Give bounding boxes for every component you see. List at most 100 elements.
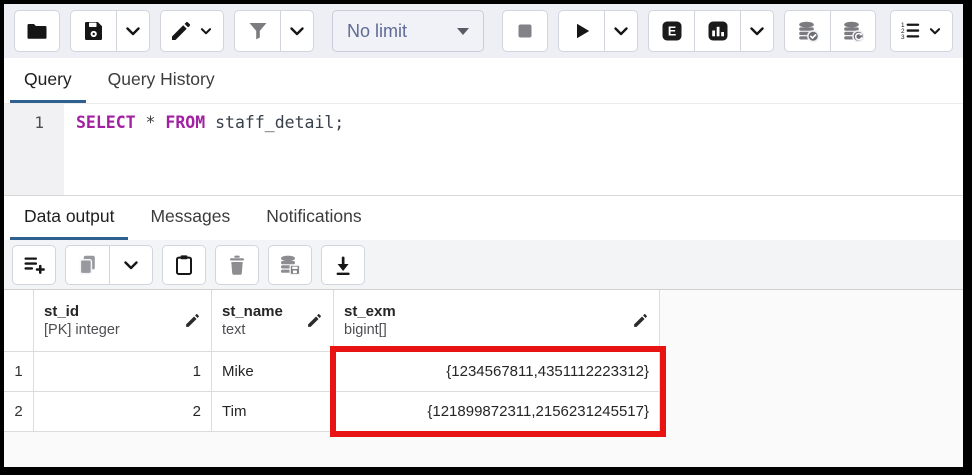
paste-icon <box>172 253 196 277</box>
stop-icon <box>513 19 537 43</box>
cell-st-id[interactable]: 1 <box>34 352 212 392</box>
bar-chart-icon <box>706 19 730 43</box>
cell-st-name[interactable]: Tim <box>212 392 334 432</box>
tab-query-label: Query <box>24 69 72 90</box>
filter-icon <box>246 19 270 43</box>
chevron-down-icon <box>197 22 215 40</box>
chevron-down-icon <box>121 19 145 43</box>
chevron-down-icon <box>609 19 633 43</box>
save-menu-button[interactable] <box>116 10 150 52</box>
save-button-group <box>70 10 150 52</box>
grid-header-row: st_id [PK] integer st_name text <box>4 290 963 352</box>
cell-st-name[interactable]: Mike <box>212 352 334 392</box>
row-limit-select[interactable]: No limit <box>332 10 484 52</box>
cell-st-exm[interactable]: {1234567811,4351112223312} <box>334 352 660 392</box>
pencil-icon <box>169 19 193 43</box>
paste-button[interactable] <box>162 245 206 285</box>
edit-dropdown-button[interactable] <box>160 10 224 52</box>
tab-data-output-label: Data output <box>24 206 114 227</box>
copy-button[interactable] <box>65 245 109 285</box>
editor-tab-bar: Query Query History <box>4 58 963 104</box>
column-name: st_id <box>44 302 120 321</box>
rollback-db-icon <box>841 19 865 43</box>
row-number-cell[interactable]: 2 <box>4 392 34 432</box>
sql-editor[interactable]: 1 SELECT * FROM staff_detail; <box>4 104 963 196</box>
numbered-list-icon: 1 2 3 <box>899 19 923 43</box>
editor-gutter: 1 <box>4 104 64 195</box>
row-number-cell[interactable]: 1 <box>4 352 34 392</box>
edit-column-icon[interactable] <box>632 312 649 329</box>
sql-code-line[interactable]: SELECT * FROM staff_detail; <box>64 104 963 195</box>
explain-menu-button[interactable] <box>740 10 774 52</box>
cancel-query-button[interactable] <box>502 10 548 52</box>
sql-keyword-from: FROM <box>165 113 205 132</box>
tab-messages[interactable]: Messages <box>136 196 244 240</box>
trash-icon <box>225 253 249 277</box>
tab-data-output[interactable]: Data output <box>10 196 128 240</box>
main-toolbar: No limit E <box>4 4 963 58</box>
tab-notifications[interactable]: Notifications <box>252 196 375 240</box>
filter-button[interactable] <box>234 10 280 52</box>
open-file-button[interactable] <box>14 10 60 52</box>
cell-st-exm[interactable]: {121899872311,2156231245517} <box>334 392 660 432</box>
filter-button-group <box>234 10 314 52</box>
save-data-changes-button[interactable] <box>268 245 312 285</box>
column-name: st_exm <box>344 302 396 321</box>
save-button[interactable] <box>70 10 116 52</box>
column-type: text <box>222 321 283 340</box>
select-all-cell[interactable] <box>4 290 34 352</box>
copy-menu-button[interactable] <box>109 245 153 285</box>
sql-keyword-select: SELECT <box>76 113 136 132</box>
add-row-icon <box>22 253 46 277</box>
chevron-down-icon <box>926 22 944 40</box>
add-row-button[interactable] <box>12 245 56 285</box>
svg-text:E: E <box>667 25 675 39</box>
line-number: 1 <box>34 113 44 132</box>
delete-row-button[interactable] <box>215 245 259 285</box>
save-icon <box>82 19 106 43</box>
tab-query-history[interactable]: Query History <box>94 58 229 103</box>
rollback-button[interactable] <box>830 10 876 52</box>
chevron-down-icon <box>119 253 143 277</box>
sql-table-ref: staff_detail; <box>205 113 344 132</box>
explain-icon: E <box>660 19 684 43</box>
copy-button-group <box>65 245 153 285</box>
column-header-st-id[interactable]: st_id [PK] integer <box>34 290 212 352</box>
tab-query[interactable]: Query <box>10 58 86 103</box>
tab-query-history-label: Query History <box>108 69 215 90</box>
edit-column-icon[interactable] <box>184 312 201 329</box>
chevron-down-icon <box>285 19 309 43</box>
tab-notifications-label: Notifications <box>266 206 361 227</box>
explain-button[interactable]: E <box>648 10 694 52</box>
table-row: 1 1 Mike {1234567811,4351112223312} <box>4 352 963 392</box>
folder-icon <box>25 19 49 43</box>
save-data-icon <box>278 253 302 277</box>
download-icon <box>331 253 355 277</box>
transaction-button-group <box>784 10 876 52</box>
macros-button[interactable]: 1 2 3 <box>890 10 953 52</box>
execute-button[interactable] <box>558 10 604 52</box>
column-name: st_name <box>222 302 283 321</box>
sql-star: * <box>136 113 166 132</box>
row-limit-value: No limit <box>347 21 407 42</box>
execute-menu-button[interactable] <box>604 10 638 52</box>
filter-menu-button[interactable] <box>280 10 314 52</box>
edit-column-icon[interactable] <box>306 312 323 329</box>
output-tab-bar: Data output Messages Notifications <box>4 196 963 240</box>
execute-button-group <box>558 10 638 52</box>
data-output-grid: st_id [PK] integer st_name text <box>4 290 963 467</box>
chevron-down-icon <box>745 19 769 43</box>
column-header-st-exm[interactable]: st_exm bigint[] <box>334 290 660 352</box>
column-type: bigint[] <box>344 321 396 340</box>
commit-button[interactable] <box>784 10 830 52</box>
data-grid-toolbar <box>4 240 963 290</box>
explain-analyze-button[interactable] <box>694 10 740 52</box>
column-header-st-name[interactable]: st_name text <box>212 290 334 352</box>
download-results-button[interactable] <box>321 245 365 285</box>
cell-st-id[interactable]: 2 <box>34 392 212 432</box>
svg-text:3: 3 <box>901 34 905 41</box>
table-row: 2 2 Tim {121899872311,2156231245517} <box>4 392 963 432</box>
commit-db-icon <box>796 19 820 43</box>
tab-messages-label: Messages <box>150 206 230 227</box>
play-icon <box>570 19 594 43</box>
